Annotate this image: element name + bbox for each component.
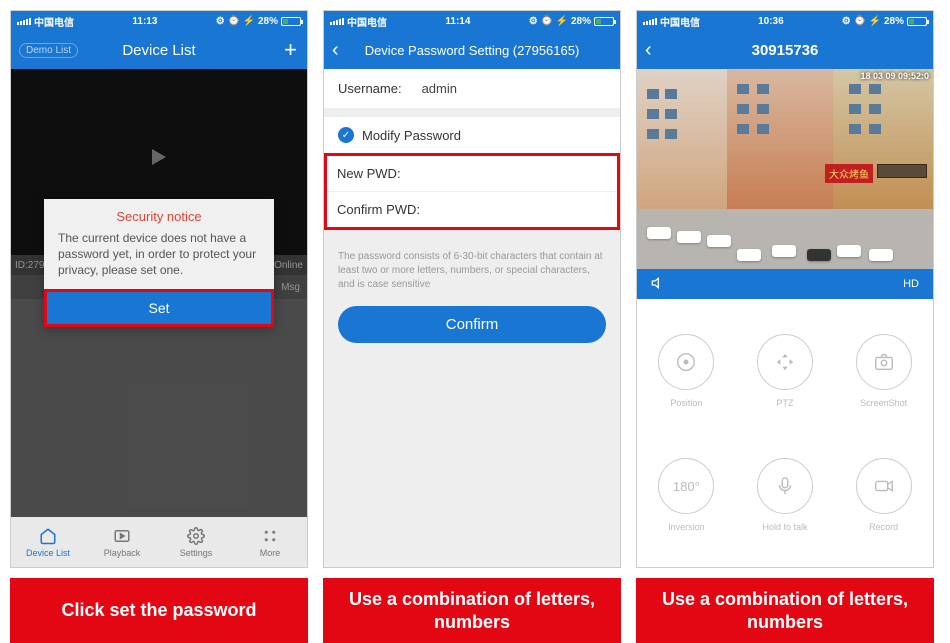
new-pwd-input[interactable]: New PWD: (327, 156, 617, 192)
confirm-pwd-input[interactable]: Confirm PWD: (327, 192, 617, 227)
highlight-password-fields: New PWD: Confirm PWD: (324, 153, 620, 230)
position-icon (658, 334, 714, 390)
clock: 10:36 (758, 16, 784, 27)
shop-sign: 大众烤鱼 (825, 164, 873, 183)
control-label: Position (670, 398, 702, 408)
record-icon (856, 458, 912, 514)
live-view-body: 大众烤鱼 18 03 09 09:52:0 HD Position PTZ (637, 69, 933, 567)
phone-3: 中国电信 10:36 ⚙ ⌚ ⚡ 28% ‹ 30915736 大众烤鱼 (636, 10, 934, 568)
caption-2: Use a combination of letters, numbers (323, 578, 621, 643)
page-title: Device List (122, 42, 195, 59)
username-label: Username: (338, 81, 402, 96)
tab-more[interactable]: More (233, 517, 307, 567)
tab-playback[interactable]: Playback (85, 517, 159, 567)
device-list-body: ID:27956165 WLAN Online Alarm Msg Securi… (11, 69, 307, 567)
battery-icon (594, 17, 614, 26)
status-icons: ⚙ ⌚ ⚡ 28% (842, 16, 904, 27)
carrier-label: 中国电信 (347, 14, 387, 29)
camera-live-view[interactable]: 大众烤鱼 18 03 09 09:52:0 (637, 69, 933, 269)
back-button[interactable]: ‹ (332, 39, 339, 62)
playback-icon (112, 526, 132, 546)
screenshot-button[interactable]: ScreenShot (834, 309, 933, 433)
password-setting-body: Username: admin ✓ Modify Password New PW… (324, 69, 620, 567)
status-bar: 中国电信 11:14 ⚙ ⌚ ⚡ 28% (324, 11, 620, 31)
tab-label: Settings (180, 548, 213, 558)
page-title: 30915736 (752, 42, 819, 59)
set-button[interactable]: Set (47, 292, 271, 324)
control-label: PTZ (776, 398, 793, 408)
header: Demo List Device List + (11, 31, 307, 69)
tab-settings[interactable]: Settings (159, 517, 233, 567)
hd-button[interactable]: HD (903, 278, 919, 290)
talk-button[interactable]: Hold to talk (736, 433, 835, 557)
inversion-button[interactable]: 180° Inversion (637, 433, 736, 557)
confirm-button[interactable]: Confirm (338, 306, 606, 343)
status-bar: 中国电信 10:36 ⚙ ⌚ ⚡ 28% (637, 11, 933, 31)
tab-label: Device List (26, 548, 70, 558)
record-button[interactable]: Record (834, 433, 933, 557)
mute-button[interactable] (651, 275, 667, 294)
camera-icon (856, 334, 912, 390)
gear-icon (186, 526, 206, 546)
control-label: Inversion (668, 522, 705, 532)
check-icon: ✓ (338, 127, 354, 143)
battery-icon (907, 17, 927, 26)
modify-password-label: Modify Password (362, 128, 461, 143)
control-grid: Position PTZ ScreenShot 180° Inversion H… (637, 299, 933, 567)
username-value: admin (422, 81, 457, 96)
page-title: Device Password Setting (27956165) (365, 43, 580, 58)
modal-title: Security notice (44, 199, 274, 230)
highlight-set-button: Set (44, 289, 274, 327)
camera-control-bar: HD (637, 269, 933, 299)
ptz-icon (757, 334, 813, 390)
header: ‹ Device Password Setting (27956165) (324, 31, 620, 69)
carrier-label: 中国电信 (660, 14, 700, 29)
home-icon (38, 526, 58, 546)
more-icon (260, 526, 280, 546)
inversion-icon: 180° (658, 458, 714, 514)
header: ‹ 30915736 (637, 31, 933, 69)
demo-list-button[interactable]: Demo List (19, 43, 78, 58)
tab-device-list[interactable]: Device List (11, 517, 85, 567)
carrier-label: 中国电信 (34, 14, 74, 29)
caption-1: Click set the password (10, 578, 308, 643)
username-row: Username: admin (324, 69, 620, 109)
modify-password-checkbox[interactable]: ✓ Modify Password (324, 117, 620, 153)
back-button[interactable]: ‹ (645, 39, 652, 62)
modal-body-text: The current device does not have a passw… (44, 230, 274, 289)
add-device-button[interactable]: + (284, 37, 297, 63)
status-bar: 中国电信 11:13 ⚙ ⌚ ⚡ 28% (11, 11, 307, 31)
ptz-button[interactable]: PTZ (736, 309, 835, 433)
status-icons: ⚙ ⌚ ⚡ 28% (529, 16, 591, 27)
phone-1: 中国电信 11:13 ⚙ ⌚ ⚡ 28% Demo List Device Li… (10, 10, 308, 568)
clock: 11:14 (445, 16, 470, 27)
clock: 11:13 (132, 16, 157, 27)
battery-icon (281, 17, 301, 26)
control-label: ScreenShot (860, 398, 907, 408)
tab-label: Playback (104, 548, 141, 558)
control-label: Hold to talk (762, 522, 807, 532)
security-notice-modal: Security notice The current device does … (44, 199, 274, 327)
mic-icon (757, 458, 813, 514)
control-label: Record (869, 522, 898, 532)
tab-label: More (260, 548, 281, 558)
bottom-nav: Device List Playback Settings More (11, 517, 307, 567)
phone-2: 中国电信 11:14 ⚙ ⌚ ⚡ 28% ‹ Device Password S… (323, 10, 621, 568)
status-icons: ⚙ ⌚ ⚡ 28% (216, 16, 278, 27)
caption-3: Use a combination of letters, numbers (636, 578, 934, 643)
password-hint-text: The password consists of 6-30-bit charac… (324, 230, 620, 302)
position-button[interactable]: Position (637, 309, 736, 433)
timestamp-overlay: 18 03 09 09:52:0 (860, 71, 929, 81)
